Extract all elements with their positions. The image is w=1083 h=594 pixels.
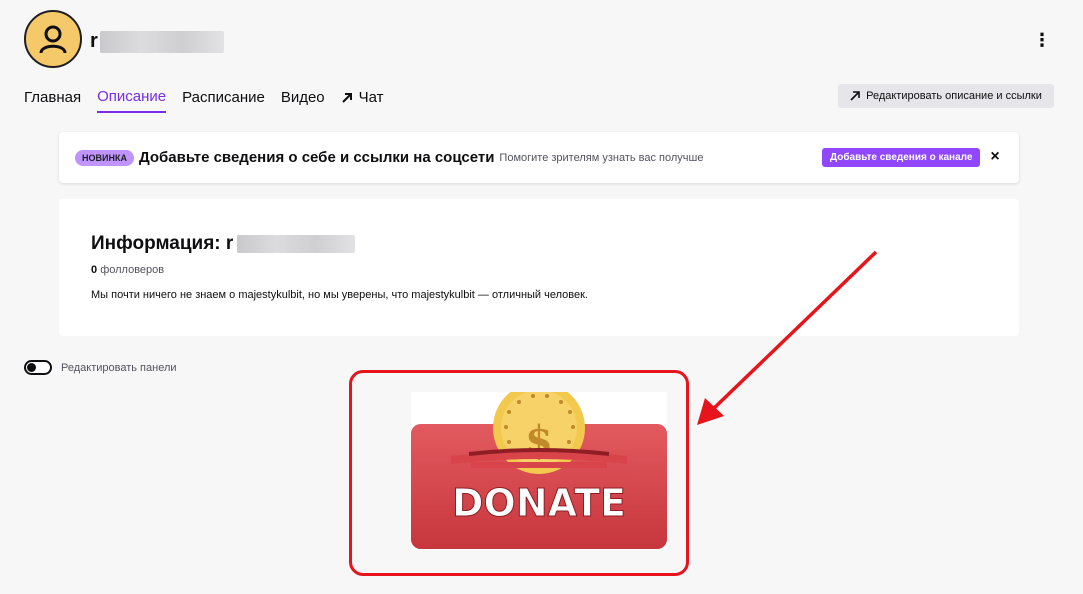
annotation-arrow-icon (697, 250, 878, 425)
